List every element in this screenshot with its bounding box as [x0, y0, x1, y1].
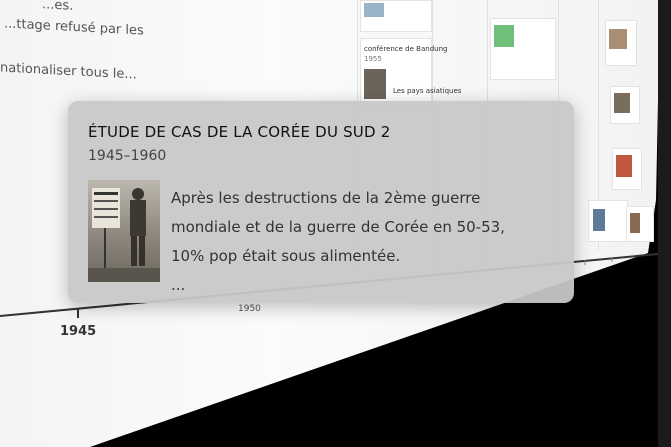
description-line: mondiale et de la guerre de Corée en 50-… [171, 218, 505, 236]
popup-dates: 1945–1960 [88, 148, 167, 164]
event-card[interactable] [612, 148, 642, 190]
event-card[interactable] [605, 20, 637, 66]
event-thumbnail [364, 69, 386, 99]
popup-title: ÉTUDE DE CAS DE LA CORÉE DU SUD 2 [88, 123, 391, 141]
event-card[interactable] [490, 18, 556, 80]
event-title: conférence de Bandung [364, 45, 448, 53]
event-title: Les pays asiatiques [393, 87, 462, 95]
description-line: 10% pop était sous alimentée. [171, 247, 401, 265]
map-thumbnail [494, 25, 514, 47]
event-card[interactable] [626, 206, 654, 242]
event-card[interactable] [610, 86, 640, 124]
event-thumbnail [593, 209, 605, 231]
event-thumbnail [614, 93, 630, 113]
event-thumbnail [609, 29, 627, 49]
event-date: 1955 [364, 55, 382, 63]
edge-shadow [658, 0, 671, 447]
event-card[interactable]: conférence de Bandung 1955 Les pays asia… [360, 38, 461, 110]
bg-text-line: ...es. [42, 0, 74, 14]
event-thumbnail [616, 155, 632, 177]
event-detail-popup[interactable]: ÉTUDE DE CAS DE LA CORÉE DU SUD 2 1945–1… [68, 101, 574, 303]
description-line: ... [171, 276, 186, 294]
year-label: 1950 [238, 304, 261, 314]
year-label: 1945 [60, 324, 97, 339]
popup-photo [88, 180, 160, 282]
event-thumbnail [630, 213, 640, 233]
event-thumbnail [364, 3, 384, 17]
popup-description: Après les destructions de la 2ème guerre… [171, 184, 551, 300]
description-line: Après les destructions de la 2ème guerre [171, 189, 481, 207]
event-card[interactable] [588, 200, 628, 242]
soldier-photo-icon [88, 188, 160, 282]
event-card[interactable] [360, 0, 432, 32]
